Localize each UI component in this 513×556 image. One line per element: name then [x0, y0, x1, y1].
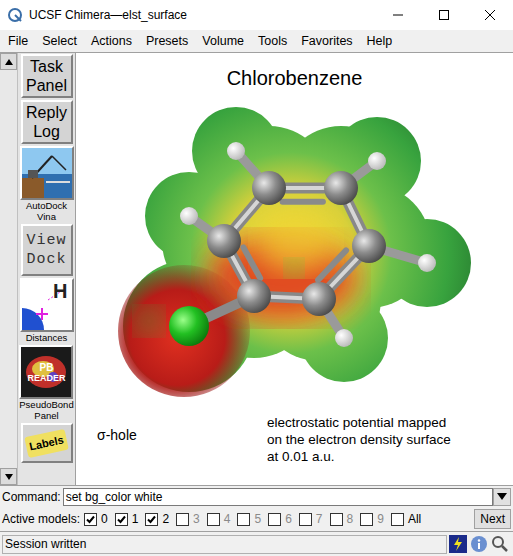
- model-checkbox[interactable]: 3: [176, 510, 200, 528]
- minimize-button[interactable]: [375, 0, 421, 30]
- model-checkbox[interactable]: 8: [330, 510, 354, 528]
- menu-bar: FileSelectActionsPresetsVolumeToolsFavor…: [0, 30, 513, 52]
- scroll-up-icon[interactable]: [5, 59, 13, 65]
- close-button[interactable]: [467, 0, 513, 30]
- command-history-button[interactable]: [493, 488, 511, 506]
- graphics-canvas[interactable]: Chlorobenzene σ-hole electrostatic potenti…: [76, 53, 513, 485]
- window-title: UCSF Chimera—elst_surface: [29, 6, 187, 24]
- caption: electrostatic potential mappedon the ele…: [267, 414, 451, 465]
- model-checkbox[interactable]: 7: [299, 510, 323, 528]
- chimera-logo-icon: [7, 7, 23, 23]
- menu-item[interactable]: File: [1, 32, 35, 51]
- close-icon: [485, 10, 495, 20]
- chimera-window: UCSF Chimera—elst_surface FileSelectActio…: [0, 0, 513, 556]
- checkbox-icon[interactable]: [207, 513, 220, 526]
- command-input[interactable]: set bg_color white: [63, 488, 493, 506]
- checkbox-icon[interactable]: [237, 513, 250, 526]
- search-icon[interactable]: [491, 535, 509, 553]
- model-checkbox[interactable]: 6: [268, 510, 292, 528]
- model-checkbox[interactable]: 2: [145, 510, 169, 528]
- viewdock-button[interactable]: ViewDock: [21, 224, 73, 276]
- minimize-icon: [393, 10, 403, 20]
- sigma-hole-label: σ-hole: [97, 425, 137, 446]
- checkbox-icon[interactable]: [330, 513, 343, 526]
- info-icon[interactable]: [470, 535, 488, 553]
- vina-tool[interactable]: AutoDockVina: [20, 146, 74, 222]
- checkbox-icon[interactable]: [299, 513, 312, 526]
- command-row: Command:set bg_color white: [0, 485, 513, 507]
- checkbox-icon[interactable]: [176, 513, 189, 526]
- title-bar: UCSF Chimera—elst_surface: [0, 0, 513, 30]
- menu-item[interactable]: Tools: [251, 32, 294, 51]
- status-bar: Session written: [0, 531, 513, 556]
- autodock-vina-icon: [22, 148, 72, 198]
- status-text: Session written: [5, 535, 86, 553]
- lightning-icon[interactable]: [449, 535, 467, 553]
- pbreader-tool[interactable]: PBREADERPseudoBondPanel: [19, 345, 73, 421]
- checkbox-icon[interactable]: [115, 513, 128, 526]
- canvas-title: Chlorobenzene: [227, 63, 363, 93]
- checkbox-icon[interactable]: [360, 513, 373, 526]
- menu-item[interactable]: Actions: [84, 32, 139, 51]
- next-button[interactable]: Next: [474, 509, 511, 529]
- menu-item[interactable]: Volume: [195, 32, 251, 51]
- model-checkbox[interactable]: All: [391, 510, 421, 528]
- distances-tool[interactable]: HDistances: [20, 278, 74, 343]
- toolbar: TaskPanelReplyLogAutoDockVinaViewDockHDi…: [18, 53, 76, 485]
- checkbox-icon[interactable]: [84, 513, 97, 526]
- toolbar-button[interactable]: ReplyLog: [21, 100, 73, 144]
- model-checkbox[interactable]: 4: [207, 510, 231, 528]
- dropdown-arrow-icon: [497, 493, 507, 500]
- model-checkbox[interactable]: 5: [237, 510, 261, 528]
- model-checkbox[interactable]: 1: [115, 510, 139, 528]
- model-checkbox[interactable]: 0: [84, 510, 108, 528]
- checkbox-icon[interactable]: [391, 513, 404, 526]
- maximize-button[interactable]: [421, 0, 467, 30]
- toolbar-scrollbar[interactable]: [0, 53, 18, 485]
- menu-item[interactable]: Presets: [139, 32, 195, 51]
- active-models-row: Active models:0123456789AllNext: [0, 507, 513, 531]
- main-area: TaskPanelReplyLogAutoDockVinaViewDockHDi…: [0, 52, 513, 485]
- labels-button[interactable]: Labels: [21, 423, 73, 463]
- scroll-down-icon[interactable]: [5, 474, 13, 480]
- menu-item[interactable]: Help: [360, 32, 400, 51]
- menu-item[interactable]: Favorites: [294, 32, 359, 51]
- checkbox-icon[interactable]: [268, 513, 281, 526]
- checkbox-icon[interactable]: [145, 513, 158, 526]
- maximize-icon: [439, 10, 449, 20]
- model-checkbox[interactable]: 9: [360, 510, 384, 528]
- toolbar-button[interactable]: TaskPanel: [21, 54, 73, 98]
- menu-item[interactable]: Select: [35, 32, 84, 51]
